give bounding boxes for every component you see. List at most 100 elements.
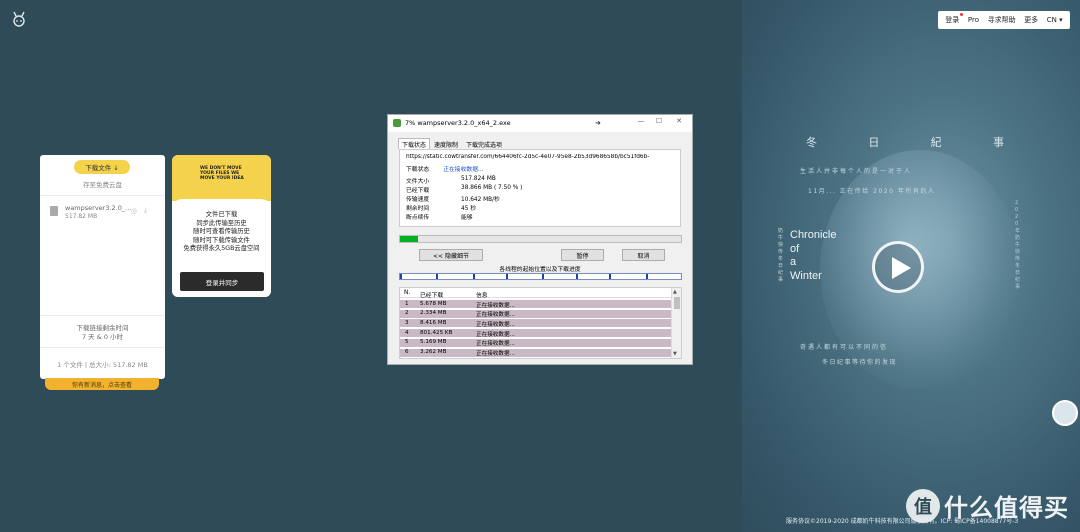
table-cell: 5 [405, 339, 409, 346]
table-header: N. 已经下载 信息 [400, 288, 671, 299]
thread-segments-bar [399, 273, 682, 280]
scroll-up-icon[interactable]: ▲ [673, 289, 677, 295]
chronicle-word: a [790, 256, 797, 268]
chronicle-word: of [790, 242, 800, 255]
field-value: 38.866 MB ( 7.50 % ) [461, 185, 523, 191]
promo-text-line: 随时可下载传输文件 [193, 236, 250, 244]
table-cell: 801.425 KB [420, 329, 453, 336]
minimize-icon[interactable]: — [633, 117, 649, 125]
table-cell: 8.416 MB [420, 319, 447, 326]
promo-text: 文件已下载 同步此传输至历史 随时可查看传输历史 随时可下载传输文件 免费获得永… [172, 211, 271, 254]
table-cell: 正在接收数据... [476, 341, 515, 348]
new-message-bar[interactable]: 你有新消息，点击查看 [45, 378, 159, 390]
table-cell: 4 [405, 329, 409, 336]
promo-subtitle: 11月... 正在传给 2020 年所有的人 [808, 188, 936, 195]
preview-icon[interactable]: ◎ [131, 207, 137, 215]
segments-label: 各线程的起始位置以及下载进度 [499, 267, 581, 273]
scroll-thumb[interactable] [674, 297, 680, 309]
column-header[interactable]: 信息 [476, 290, 488, 299]
expire-value: 7 天 & 0 小时 [81, 333, 124, 341]
table-row[interactable]: 3 8.416 MB 正在接收数据... [400, 319, 671, 328]
play-video-button[interactable] [872, 241, 924, 293]
field-row: 已经下载 38.866 MB ( 7.50 % ) [406, 185, 522, 194]
download-window: 7% wampserver3.2.0_x64_2.exe ➜ — ☐ ✕ 下载状… [387, 114, 693, 365]
hide-details-button[interactable]: << 隐藏细节 [419, 249, 483, 261]
download-file-button[interactable]: 下载文件 ↓ [74, 160, 130, 174]
thread-segment-marker [542, 274, 545, 279]
promo-text-line: 免费获得永久5GB云盘空间 [183, 245, 260, 252]
field-value: 10.642 MB/秒 [461, 197, 500, 203]
login-sync-button[interactable]: 登录并同步 [180, 272, 264, 291]
download-icon[interactable]: ⤓ [144, 206, 147, 215]
table-cell: 3.262 MB [420, 349, 447, 355]
more-link[interactable]: 更多 [1024, 15, 1038, 25]
table-cell: 6 [405, 349, 409, 355]
login-label: 登录 [945, 16, 960, 24]
cancel-button[interactable]: 取消 [622, 249, 665, 261]
thread-segment-marker [506, 274, 509, 279]
table-cell: 2.334 MB [420, 310, 447, 317]
thread-table: N. 已经下载 信息 1 5.678 MB 正在接收数据... 2 2.334 MB 正在… [399, 287, 682, 359]
file-name: wampserver3.2.0_... [65, 204, 132, 212]
promo-slogan: WE DON'T MOVE YOUR FILES WE MOVE YOUR ID… [200, 166, 244, 181]
divider [40, 195, 165, 196]
tab-bar: 下载状态 速度限制 下载完成选项 [398, 138, 506, 149]
table-row[interactable]: 5 5.169 MB 正在接收数据... [400, 338, 671, 348]
table-cell: 正在接收数据... [476, 312, 515, 319]
maximize-icon[interactable]: ☐ [651, 117, 667, 125]
login-link[interactable]: 登录 [945, 13, 964, 25]
sync-promo-card: WE DON'T MOVE YOUR FILES WE MOVE YOUR ID… [172, 155, 271, 297]
field-row: 断点续传 能够 [406, 212, 473, 221]
scroll-down-icon[interactable]: ▼ [673, 351, 677, 357]
footer-copyright: 服务协议©2019-2020 成都奶牛科技有限公司版权所有。ICP: 蜀ICP备… [786, 518, 1019, 525]
table-row[interactable]: 1 5.678 MB 正在接收数据... [400, 300, 671, 309]
app-icon [393, 119, 401, 127]
chronicle-word: Chronicle [790, 229, 837, 241]
file-size: 517.82 MB [65, 213, 98, 220]
promo-caption: 冬日纪事等待你的发现 [822, 359, 898, 366]
window-titlebar[interactable]: 7% wampserver3.2.0_x64_2.exe ➜ — ☐ ✕ [388, 115, 692, 132]
tab-download-status[interactable]: 下载状态 [398, 138, 431, 149]
language-label: CN [1046, 16, 1057, 24]
cow-logo-icon[interactable] [10, 10, 28, 28]
table-cell: 3 [405, 319, 409, 326]
close-icon[interactable]: ✕ [671, 117, 687, 125]
promo-title: 冬 日 紀 事 [806, 134, 1006, 150]
divider [40, 347, 165, 348]
pro-link[interactable]: Pro [968, 16, 979, 24]
transfer-card: 下载文件 ↓ 存至免费云盘 wampserver3.2.0_... 517.82… [40, 155, 165, 379]
divider [40, 315, 165, 316]
tab-complete-options[interactable]: 下载完成选项 [462, 138, 506, 149]
language-select[interactable]: CN ▾ [1047, 16, 1063, 24]
promo-vertical-text: 奶牛快传冬日纪事 [778, 228, 784, 283]
pause-button[interactable]: 暂停 [561, 249, 604, 261]
table-cell: 正在接收数据... [476, 351, 515, 357]
promo-title-char: 事 [992, 136, 1006, 149]
table-cell: 正在接收数据... [476, 321, 515, 328]
field-value: 517.824 MB [461, 176, 496, 182]
table-cell: 1 [405, 300, 409, 307]
table-cell: 正在接收数据... [476, 302, 515, 309]
table-scrollbar[interactable]: ▲ ▼ [671, 288, 681, 358]
tab-speed-limit[interactable]: 速度限制 [430, 138, 462, 149]
field-value: 能够 [461, 215, 473, 221]
file-icon [50, 206, 58, 216]
promo-title-char: 紀 [930, 136, 944, 149]
arrow-icon: ➜ [595, 119, 601, 127]
column-header[interactable]: 已经下载 [420, 290, 443, 299]
table-cell: 2 [405, 310, 409, 317]
status-panel: https://static.cowtransfer.com/664406fc-… [399, 149, 681, 227]
column-header[interactable]: N. [404, 290, 410, 296]
file-row[interactable]: wampserver3.2.0_... 517.82 MB ◎ ⤓ [48, 204, 158, 224]
save-to-cloud-link[interactable]: 存至免费云盘 [40, 179, 165, 189]
thread-segment-marker [400, 274, 402, 279]
thread-segment-marker [575, 274, 578, 279]
field-row: 传输速度 10.642 MB/秒 [406, 194, 500, 203]
table-row[interactable]: 6 3.262 MB 正在接收数据... [400, 348, 671, 357]
status-value: 正在接收数据... [443, 167, 484, 173]
table-row[interactable]: 4 801.425 KB 正在接收数据... [400, 329, 671, 338]
field-label: 断点续传 [406, 215, 430, 221]
help-link[interactable]: 寻求帮助 [988, 15, 1016, 25]
customer-service-avatar[interactable] [1052, 400, 1078, 426]
table-row[interactable]: 2 2.334 MB 正在接收数据... [400, 309, 671, 319]
